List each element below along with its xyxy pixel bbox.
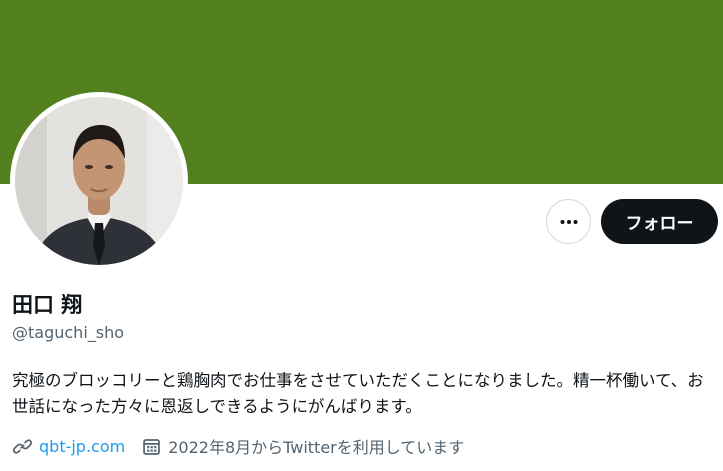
profile-bio: 究極のブロッコリーと鶏胸肉でお仕事をさせていただくことになりました。精一杯働いて…	[12, 371, 704, 416]
link-icon	[12, 436, 33, 457]
avatar-photo	[15, 97, 183, 265]
profile-meta: qbt-jp.com 2022年8月からTwitterを利用しています	[12, 434, 464, 458]
more-options-button[interactable]	[546, 199, 591, 244]
joined-date: 2022年8月からTwitterを利用しています	[168, 438, 465, 457]
calendar-icon	[141, 436, 162, 457]
profile-avatar[interactable]	[10, 92, 188, 270]
follow-button[interactable]: フォロー	[601, 199, 718, 244]
more-horizontal-icon	[560, 219, 577, 224]
profile-display-name: 田口 翔	[12, 293, 83, 317]
profile-handle: @taguchi_sho	[12, 323, 125, 342]
website-link[interactable]: qbt-jp.com	[39, 437, 125, 456]
profile-joined: 2022年8月からTwitterを利用しています	[141, 434, 464, 458]
profile-website[interactable]: qbt-jp.com	[12, 436, 125, 457]
follow-button-label: フォロー	[625, 214, 694, 234]
